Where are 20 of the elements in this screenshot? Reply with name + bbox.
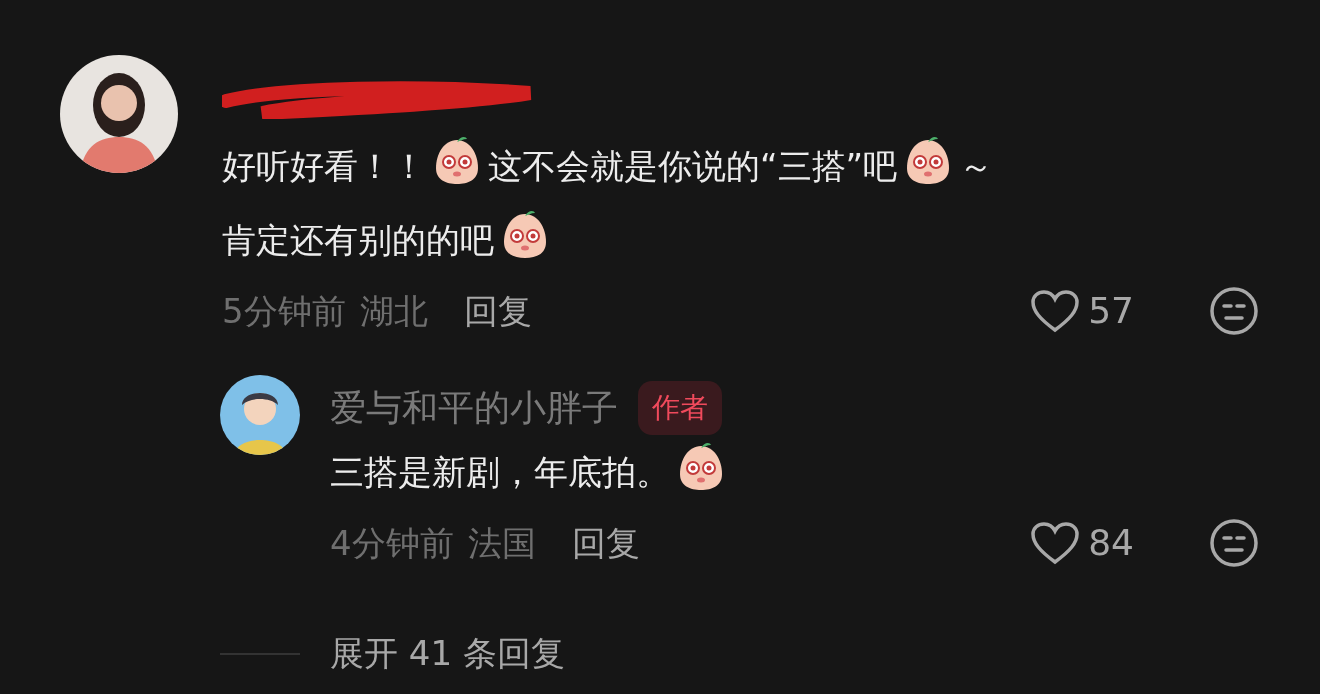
- comment-text: ～: [959, 146, 994, 186]
- neutral-face-icon[interactable]: [1208, 517, 1260, 569]
- username[interactable]: 爱与和平的小胖子: [330, 383, 618, 433]
- timestamp: 4分钟前: [330, 522, 454, 565]
- like-count: 57: [1088, 289, 1134, 333]
- comment-text: 好听好看！！: [222, 146, 426, 186]
- comment-text: 肯定还有别的的吧: [222, 220, 494, 260]
- heart-icon[interactable]: [1030, 521, 1081, 565]
- author-badge: 作者: [638, 381, 722, 435]
- location: 法国: [467, 522, 536, 565]
- reply-link[interactable]: 回复: [463, 287, 532, 335]
- comment-text: 三搭是新剧，年底拍。: [330, 452, 670, 492]
- reply-link[interactable]: 回复: [571, 519, 640, 567]
- location: 湖北: [359, 290, 428, 333]
- timestamp: 5分钟前: [222, 290, 346, 333]
- neutral-face-icon[interactable]: [1208, 285, 1260, 337]
- heart-icon[interactable]: [1030, 289, 1081, 333]
- comment-text: 这不会就是你说的“三搭”吧: [488, 146, 898, 186]
- expand-replies-link[interactable]: 展开 41 条回复: [330, 631, 565, 677]
- like-count: 84: [1088, 521, 1134, 565]
